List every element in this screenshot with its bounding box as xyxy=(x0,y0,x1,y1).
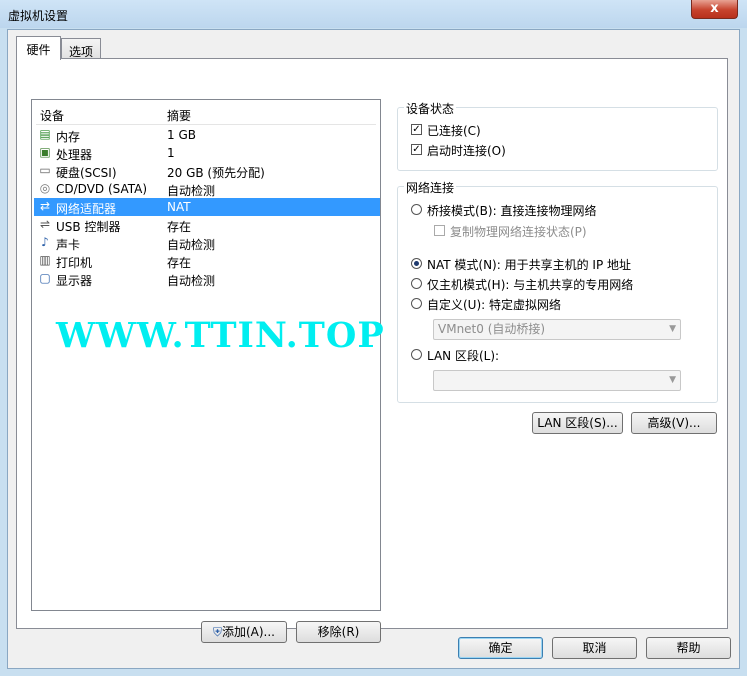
replicate-state-label: 复制物理网络连接状态(P) xyxy=(450,225,587,239)
add-button-label: 添加(A)... xyxy=(221,625,276,639)
ok-button-label: 确定 xyxy=(488,641,513,655)
custom-label: 自定义(U): 特定虚拟网络 xyxy=(427,298,562,312)
device-summary: 20 GB (预先分配) xyxy=(167,166,265,180)
watermark-text: WWW.TTIN.TOP xyxy=(56,315,385,356)
device-name: USB 控制器 xyxy=(56,220,121,234)
close-button[interactable]: x xyxy=(691,0,738,19)
device-name: 处理器 xyxy=(56,148,93,162)
bridged-label: 桥接模式(B): 直接连接物理网络 xyxy=(427,204,597,218)
replicate-state-checkbox[interactable] xyxy=(434,225,445,236)
host-only-radio[interactable] xyxy=(411,278,422,289)
cancel-button[interactable]: 取消 xyxy=(552,637,637,659)
ok-button[interactable]: 确定 xyxy=(458,637,543,659)
display-icon: ▢ xyxy=(39,271,51,285)
device-row-harddisk[interactable]: ▭ 硬盘(SCSI) 20 GB (预先分配) xyxy=(34,162,380,181)
device-name: 声卡 xyxy=(56,238,81,252)
device-name: 硬盘(SCSI) xyxy=(56,166,117,180)
device-row-processor[interactable]: ▣ 处理器 1 xyxy=(34,144,380,163)
device-status-title: 设备状态 xyxy=(404,100,457,117)
nat-label: NAT 模式(N): 用于共享主机的 IP 地址 xyxy=(427,258,632,272)
device-name: 打印机 xyxy=(56,256,93,270)
device-row-usb[interactable]: ⇌ USB 控制器 存在 xyxy=(34,216,380,235)
device-summary: 自动检测 xyxy=(167,274,216,288)
usb-icon: ⇌ xyxy=(39,217,51,231)
device-name: CD/DVD (SATA) xyxy=(56,182,148,196)
lan-segment-radio[interactable] xyxy=(411,349,422,360)
tab-hardware-label: 硬件 xyxy=(26,43,51,57)
connect-at-power-on-checkbox[interactable]: ✓ xyxy=(411,144,422,155)
nat-radio[interactable] xyxy=(411,258,422,269)
device-name: 网络适配器 xyxy=(56,202,117,216)
hardware-panel: 设备 摘要 ▤ 内存 1 GB ▣ 处理器 1 ▭ 硬盘(SCSI) 20 GB… xyxy=(16,58,728,643)
device-row-display[interactable]: ▢ 显示器 自动检测 xyxy=(34,270,380,289)
help-button[interactable]: 帮助 xyxy=(646,637,731,659)
device-status-group: 设备状态 ✓ 已连接(C) ✓ 启动时连接(O) xyxy=(397,100,718,171)
lan-segment-select[interactable]: ▼ xyxy=(433,370,681,391)
remove-button-label: 移除(R) xyxy=(317,625,360,639)
custom-network-select[interactable]: VMnet0 (自动桥接) ▼ xyxy=(433,319,681,340)
network-connection-title: 网络连接 xyxy=(404,179,457,196)
window-title: 虚拟机设置 xyxy=(8,9,69,23)
custom-network-value: VMnet0 (自动桥接) xyxy=(438,322,546,336)
dialog-client: 硬件 选项 设备 摘要 ▤ 内存 1 GB ▣ 处理器 1 ▭ 硬盘(SCSI)… xyxy=(7,29,740,669)
device-summary: 1 GB xyxy=(167,128,196,142)
chevron-down-icon: ▼ xyxy=(669,324,676,334)
remove-button[interactable]: 移除(R) xyxy=(296,621,381,643)
custom-radio[interactable] xyxy=(411,298,422,309)
network-connection-group: 网络连接 桥接模式(B): 直接连接物理网络 复制物理网络连接状态(P) NAT… xyxy=(397,179,718,403)
advanced-button-label: 高级(V)... xyxy=(647,416,701,430)
device-row-sound-card[interactable]: ♪ 声卡 自动检测 xyxy=(34,234,380,253)
device-list[interactable]: 设备 摘要 ▤ 内存 1 GB ▣ 处理器 1 ▭ 硬盘(SCSI) 20 GB… xyxy=(31,99,384,611)
lan-segments-button[interactable]: LAN 区段(S)... xyxy=(532,412,623,434)
device-summary: 1 xyxy=(167,146,175,160)
network-adapter-icon: ⇄ xyxy=(39,199,51,213)
header-divider xyxy=(36,124,376,125)
cancel-button-label: 取消 xyxy=(582,641,607,655)
host-only-label: 仅主机模式(H): 与主机共享的专用网络 xyxy=(427,278,634,292)
sound-card-icon: ♪ xyxy=(41,235,49,249)
device-summary: 存在 xyxy=(167,220,192,234)
chevron-down-icon: ▼ xyxy=(669,375,676,385)
bridged-radio[interactable] xyxy=(411,204,422,215)
device-name: 显示器 xyxy=(56,274,93,288)
header-device: 设备 xyxy=(40,109,65,123)
device-summary: 存在 xyxy=(167,256,192,270)
close-icon: x xyxy=(710,1,719,16)
connected-label: 已连接(C) xyxy=(427,124,481,138)
harddisk-icon: ▭ xyxy=(39,163,51,177)
cd-dvd-icon: ◎ xyxy=(39,181,51,195)
printer-icon: ▥ xyxy=(39,253,51,267)
connect-at-power-on-label: 启动时连接(O) xyxy=(427,144,506,158)
tab-options[interactable]: 选项 xyxy=(61,38,101,60)
advanced-button[interactable]: 高级(V)... xyxy=(631,412,717,434)
lan-segments-button-label: LAN 区段(S)... xyxy=(537,416,618,430)
header-summary: 摘要 xyxy=(167,109,192,123)
device-name: 内存 xyxy=(56,130,81,144)
help-button-label: 帮助 xyxy=(676,641,701,655)
device-row-cd-dvd[interactable]: ◎ CD/DVD (SATA) 自动检测 xyxy=(34,180,380,199)
add-button[interactable]: ⛨添加(A)... xyxy=(201,621,287,643)
device-row-network-adapter[interactable]: ⇄ 网络适配器 NAT xyxy=(34,198,380,216)
memory-icon: ▤ xyxy=(39,127,51,141)
title-bar: 虚拟机设置 x xyxy=(0,0,747,28)
lan-segment-label: LAN 区段(L): xyxy=(427,349,500,363)
device-summary: 自动检测 xyxy=(167,184,216,198)
tab-hardware[interactable]: 硬件 xyxy=(16,36,61,60)
device-summary: 自动检测 xyxy=(167,238,216,252)
connected-checkbox[interactable]: ✓ xyxy=(411,124,422,135)
device-row-printer[interactable]: ▥ 打印机 存在 xyxy=(34,252,380,271)
shield-icon: ⛨ xyxy=(212,625,222,639)
processor-icon: ▣ xyxy=(39,145,51,159)
tab-options-label: 选项 xyxy=(68,45,93,59)
device-row-memory[interactable]: ▤ 内存 1 GB xyxy=(34,126,380,145)
device-summary: NAT xyxy=(167,200,191,214)
